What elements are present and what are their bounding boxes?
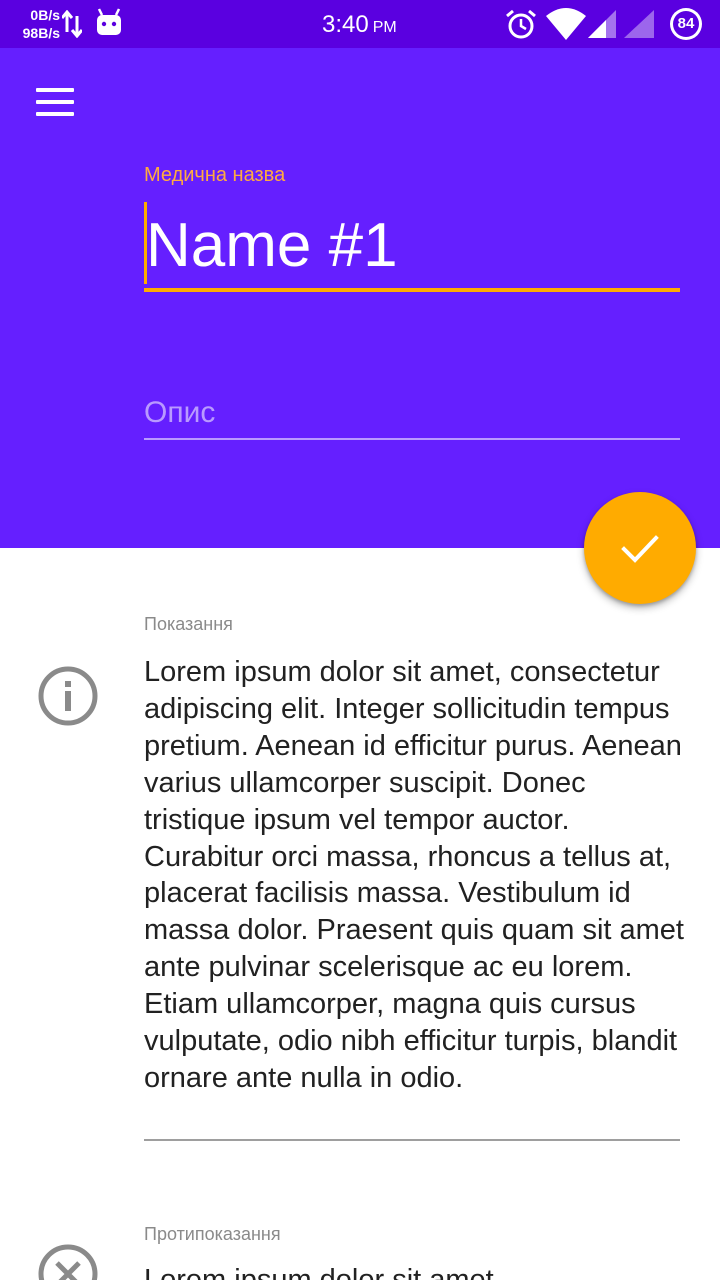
clock-time: 3:40 — [322, 11, 369, 38]
confirm-fab-button[interactable] — [584, 492, 696, 604]
medical-name-value: Name #1 — [146, 211, 398, 280]
hamburger-menu-icon[interactable] — [36, 88, 76, 118]
menu-bar — [36, 100, 74, 104]
menu-bar — [36, 112, 74, 116]
signal-icon — [588, 10, 616, 38]
android-icon — [97, 8, 121, 35]
net-up-speed: 98B/s — [22, 25, 60, 41]
check-icon — [621, 535, 659, 563]
indications-label: Показання — [144, 614, 233, 634]
network-speed: 0B/s 98B/s — [14, 6, 60, 42]
transfer-arrows-icon — [62, 10, 82, 38]
net-down-speed: 0B/s — [30, 7, 60, 23]
cancel-circle-icon — [38, 1244, 98, 1280]
contraindications-text[interactable]: Lorem ipsum dolor sit amet, — [144, 1262, 684, 1280]
battery-level: 84 — [677, 15, 695, 32]
wifi-icon — [546, 8, 586, 40]
description-input[interactable]: Опис — [144, 388, 680, 440]
medical-name-input[interactable]: Name #1 — [144, 200, 680, 292]
menu-bar — [36, 88, 74, 92]
info-icon — [38, 666, 98, 726]
indications-underline — [144, 1139, 680, 1141]
status-clock: 3:40 PM — [322, 11, 397, 42]
signal-icon-2 — [624, 10, 654, 38]
alarm-icon — [506, 9, 536, 39]
contraindications-label: Протипоказання — [144, 1224, 281, 1244]
indications-text[interactable]: Lorem ipsum dolor sit amet, consectetur … — [144, 654, 684, 1097]
app-header — [0, 48, 720, 548]
description-placeholder: Опис — [144, 396, 216, 429]
status-bar: 0B/s 98B/s 3:40 PM 84 — [0, 0, 720, 48]
battery-icon: 84 — [668, 6, 704, 42]
screen: 0B/s 98B/s 3:40 PM 84 Медична назва Name… — [0, 0, 720, 1280]
medical-name-label: Медична назва — [144, 164, 286, 186]
clock-ampm: PM — [372, 19, 397, 36]
